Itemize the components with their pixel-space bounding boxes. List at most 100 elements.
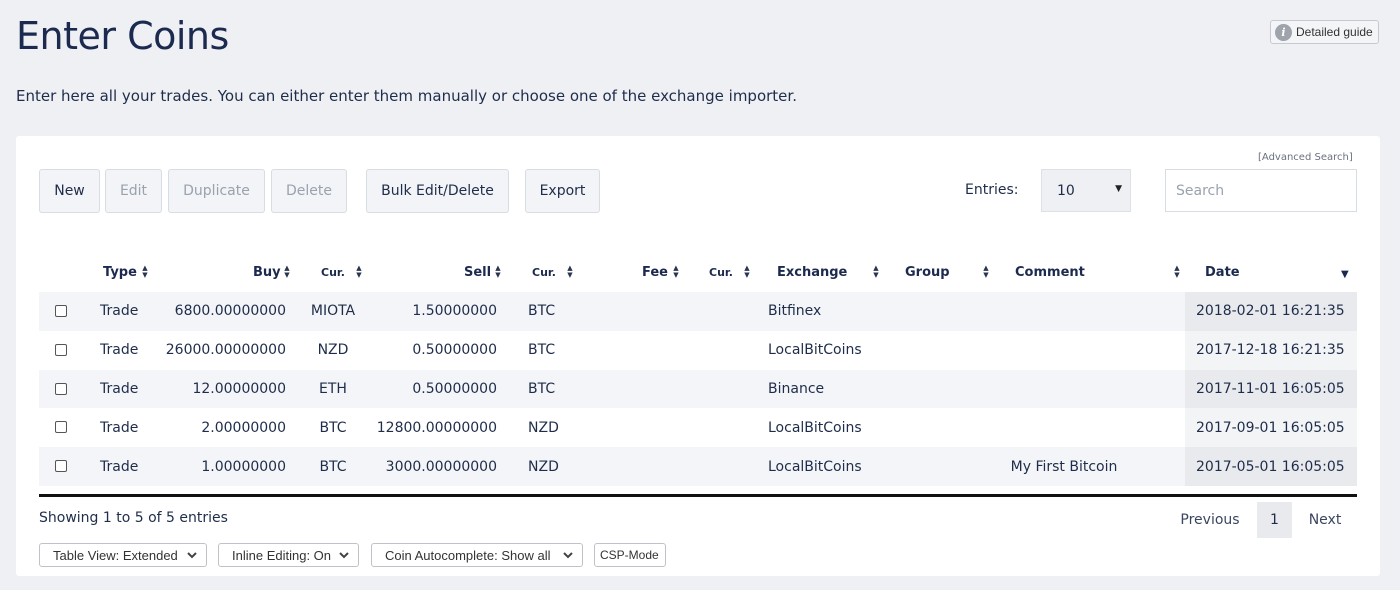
table-view-label: Table View: Extended [53, 547, 178, 563]
detailed-guide-button[interactable]: i Detailed guide [1270, 20, 1379, 44]
export-button[interactable]: Export [525, 169, 600, 213]
info-icon: i [1275, 23, 1292, 41]
column-header-buy-currency[interactable]: Cur. [321, 262, 345, 282]
cell-comment [979, 292, 1149, 331]
column-header-sell[interactable]: Sell [464, 262, 491, 282]
column-header-group[interactable]: Group [905, 262, 950, 282]
pagination-next[interactable]: Next [1297, 502, 1353, 538]
sort-icon[interactable]: ▲ ▼ [742, 262, 752, 282]
entries-label: Entries: [965, 182, 1019, 198]
detailed-guide-label: Detailed guide [1296, 25, 1373, 39]
cell-comment [979, 331, 1149, 370]
cell-sell-currency: NZD [528, 419, 559, 436]
edit-button[interactable]: Edit [105, 169, 162, 213]
sort-icon[interactable]: ▲ ▼ [493, 262, 503, 282]
inline-editing-label: Inline Editing: On [232, 547, 332, 563]
new-button[interactable]: New [39, 169, 100, 213]
coin-autocomplete-dropdown[interactable]: Coin Autocomplete: Show all [371, 543, 583, 567]
sort-icon[interactable]: ▲ ▼ [140, 262, 150, 282]
column-header-comment[interactable]: Comment [1015, 262, 1085, 282]
cell-type: Trade [100, 342, 139, 359]
column-header-fee[interactable]: Fee [642, 262, 668, 282]
entries-value: 10 [1057, 182, 1075, 199]
cell-sell: 3000.00000000 [385, 458, 497, 475]
caret-down-icon: ▼ [1115, 184, 1122, 194]
bulk-edit-delete-button[interactable]: Bulk Edit/Delete [366, 169, 509, 213]
cell-comment [979, 408, 1149, 447]
entries-select[interactable]: 10 ▼ [1041, 169, 1131, 212]
column-header-sell-currency[interactable]: Cur. [532, 262, 556, 282]
entries-summary: Showing 1 to 5 of 5 entries [39, 510, 228, 526]
duplicate-button[interactable]: Duplicate [168, 169, 265, 213]
row-checkbox[interactable] [55, 460, 67, 473]
column-header-fee-currency[interactable]: Cur. [709, 262, 733, 282]
cell-type: Trade [100, 303, 139, 320]
cell-buy: 2.00000000 [201, 419, 286, 436]
cell-buy: 6800.00000000 [174, 303, 286, 320]
column-header-type[interactable]: Type [103, 262, 137, 282]
intro-text: Enter here all your trades. You can eith… [16, 87, 797, 105]
cell-buy-currency: BTC [319, 458, 347, 475]
cell-buy-currency: NZD [317, 342, 349, 359]
cell-buy-currency: ETH [319, 380, 347, 397]
sort-descending-icon[interactable]: ▼ [1341, 269, 1349, 280]
row-checkbox[interactable] [55, 305, 67, 317]
cell-sell-currency: BTC [528, 342, 556, 359]
sort-icon[interactable]: ▲ ▼ [671, 262, 681, 282]
cell-type: Trade [100, 380, 139, 397]
cell-comment: My First Bitcoin [1010, 458, 1118, 475]
cell-date: 2017-05-01 16:05:05 [1196, 458, 1345, 475]
cell-date: 2018-02-01 16:21:35 [1196, 303, 1345, 320]
delete-button[interactable]: Delete [271, 169, 347, 213]
inline-editing-dropdown[interactable]: Inline Editing: On [218, 543, 359, 567]
chevron-down-icon [187, 552, 197, 559]
cell-type: Trade [100, 419, 139, 436]
sort-icon[interactable]: ▲ ▼ [1172, 262, 1182, 282]
row-checkbox[interactable] [55, 343, 67, 356]
table-row[interactable]: Trade 2.00000000 BTC 12800.00000000 NZD … [39, 408, 1357, 448]
table-row[interactable]: Trade 6800.00000000 MIOTA 1.50000000 BTC… [39, 292, 1357, 331]
cell-sell-currency: NZD [528, 458, 559, 475]
cell-sell: 1.50000000 [412, 303, 497, 320]
pagination-page-1[interactable]: 1 [1257, 502, 1292, 538]
cell-sell-currency: BTC [528, 380, 556, 397]
cell-sell: 0.50000000 [412, 342, 497, 359]
column-header-date[interactable]: Date [1205, 262, 1240, 282]
cell-type: Trade [100, 458, 139, 475]
cell-buy-currency: BTC [319, 419, 347, 436]
cell-sell-currency: BTC [528, 303, 556, 320]
pagination-previous[interactable]: Previous [1168, 502, 1252, 538]
cell-exchange: LocalBitCoins [768, 458, 862, 475]
cell-date: 2017-12-18 16:21:35 [1196, 342, 1345, 359]
cell-buy: 1.00000000 [201, 458, 286, 475]
csp-mode-button[interactable]: CSP-Mode [594, 543, 666, 567]
cell-sell: 12800.00000000 [376, 419, 497, 436]
table-row[interactable]: Trade 1.00000000 BTC 3000.00000000 NZD L… [39, 447, 1357, 486]
row-checkbox[interactable] [55, 382, 67, 395]
cell-sell: 0.50000000 [412, 380, 497, 397]
sort-icon[interactable]: ▲ ▼ [354, 262, 364, 282]
cell-buy-currency: MIOTA [310, 303, 356, 320]
cell-comment [979, 370, 1149, 409]
table-divider [39, 494, 1357, 497]
cell-buy: 12.00000000 [192, 380, 286, 397]
advanced-search-link[interactable]: [Advanced Search] [1258, 152, 1353, 163]
row-checkbox[interactable] [55, 421, 67, 434]
sort-icon[interactable]: ▲ ▼ [981, 262, 991, 282]
chevron-down-icon [339, 552, 349, 559]
sort-icon[interactable]: ▲ ▼ [282, 262, 292, 282]
cell-buy: 26000.00000000 [165, 342, 286, 359]
table-row[interactable]: Trade 12.00000000 ETH 0.50000000 BTC Bin… [39, 369, 1357, 409]
cell-date: 2017-09-01 16:05:05 [1196, 419, 1345, 436]
cell-exchange: LocalBitCoins [768, 342, 862, 359]
table-row[interactable]: Trade 26000.00000000 NZD 0.50000000 BTC … [39, 330, 1357, 370]
table-view-dropdown[interactable]: Table View: Extended [39, 543, 207, 567]
page-title: Enter Coins [16, 14, 229, 58]
column-header-buy[interactable]: Buy [253, 262, 281, 282]
coin-autocomplete-label: Coin Autocomplete: Show all [385, 547, 551, 563]
column-header-exchange[interactable]: Exchange [777, 262, 847, 282]
chevron-down-icon [563, 552, 573, 559]
sort-icon[interactable]: ▲ ▼ [871, 262, 881, 282]
search-input[interactable] [1165, 169, 1357, 212]
sort-icon[interactable]: ▲ ▼ [565, 262, 575, 282]
